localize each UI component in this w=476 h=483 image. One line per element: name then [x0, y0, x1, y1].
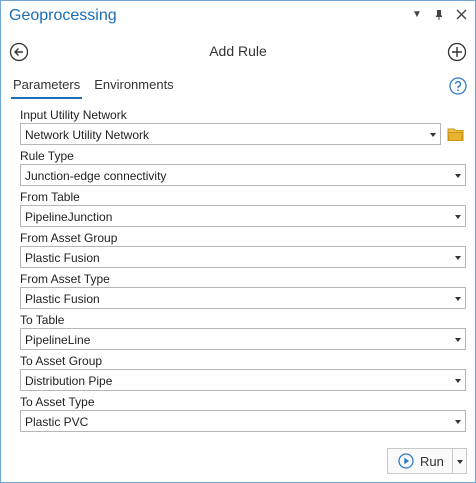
- select-value: Plastic PVC: [25, 415, 89, 429]
- help-button[interactable]: [449, 77, 467, 95]
- to-asset-type-select[interactable]: Plastic PVC: [20, 410, 466, 432]
- tool-title: Add Rule: [209, 43, 267, 59]
- tab-environments[interactable]: Environments: [92, 77, 175, 99]
- select-value: Junction-edge connectivity: [25, 169, 167, 183]
- tab-bar: Parameters Environments: [11, 77, 176, 99]
- param-label-from-asset-type: From Asset Type: [20, 272, 110, 286]
- select-value: Plastic Fusion: [25, 251, 100, 265]
- chevron-down-icon: [455, 174, 461, 178]
- run-control: Run: [387, 448, 467, 474]
- select-value: Plastic Fusion: [25, 292, 100, 306]
- close-icon[interactable]: [455, 9, 467, 21]
- add-button[interactable]: [447, 42, 467, 62]
- chevron-down-icon: [455, 420, 461, 424]
- play-icon: [398, 453, 414, 469]
- chevron-down-icon: [455, 215, 461, 219]
- from-asset-group-select[interactable]: Plastic Fusion: [20, 246, 466, 268]
- chevron-down-icon: [455, 338, 461, 342]
- tab-parameters[interactable]: Parameters: [11, 77, 83, 99]
- select-value: Distribution Pipe: [25, 374, 113, 388]
- chevron-down-icon: [457, 460, 463, 464]
- param-label-input-utility-network: Input Utility Network: [20, 108, 127, 122]
- run-options-button[interactable]: [453, 448, 467, 474]
- tool-header: Add Rule: [1, 39, 475, 65]
- parameters-form: Input Utility Network Network Utility Ne…: [20, 108, 466, 436]
- chevron-down-icon: [430, 133, 436, 137]
- pane-controls: ▼: [411, 9, 467, 21]
- run-button[interactable]: Run: [387, 448, 453, 474]
- chevron-down-icon: [455, 379, 461, 383]
- param-label-rule-type: Rule Type: [20, 149, 74, 163]
- param-label-from-asset-group: From Asset Group: [20, 231, 118, 245]
- from-table-select[interactable]: PipelineJunction: [20, 205, 466, 227]
- caret-down-icon[interactable]: ▼: [411, 9, 423, 21]
- to-table-select[interactable]: PipelineLine: [20, 328, 466, 350]
- pane-titlebar: Geoprocessing ▼: [1, 1, 475, 33]
- from-asset-type-select[interactable]: Plastic Fusion: [20, 287, 466, 309]
- geoprocessing-pane: Geoprocessing ▼ Add Rule Parameters Envi…: [0, 0, 476, 483]
- select-value: PipelineJunction: [25, 210, 113, 224]
- run-label: Run: [420, 453, 444, 469]
- pin-icon[interactable]: [433, 9, 445, 21]
- select-value: Network Utility Network: [25, 128, 150, 142]
- to-asset-group-select[interactable]: Distribution Pipe: [20, 369, 466, 391]
- pane-title: Geoprocessing: [9, 7, 117, 24]
- chevron-down-icon: [455, 256, 461, 260]
- browse-button[interactable]: [446, 124, 466, 144]
- select-value: PipelineLine: [25, 333, 91, 347]
- param-label-to-table: To Table: [20, 313, 65, 327]
- input-utility-network-select[interactable]: Network Utility Network: [20, 123, 441, 145]
- plus-circle-icon: [447, 42, 467, 62]
- param-label-to-asset-group: To Asset Group: [20, 354, 103, 368]
- rule-type-select[interactable]: Junction-edge connectivity: [20, 164, 466, 186]
- chevron-down-icon: [455, 297, 461, 301]
- help-icon: [449, 77, 467, 95]
- folder-icon: [447, 128, 464, 141]
- param-label-from-table: From Table: [20, 190, 80, 204]
- param-label-to-asset-type: To Asset Type: [20, 395, 95, 409]
